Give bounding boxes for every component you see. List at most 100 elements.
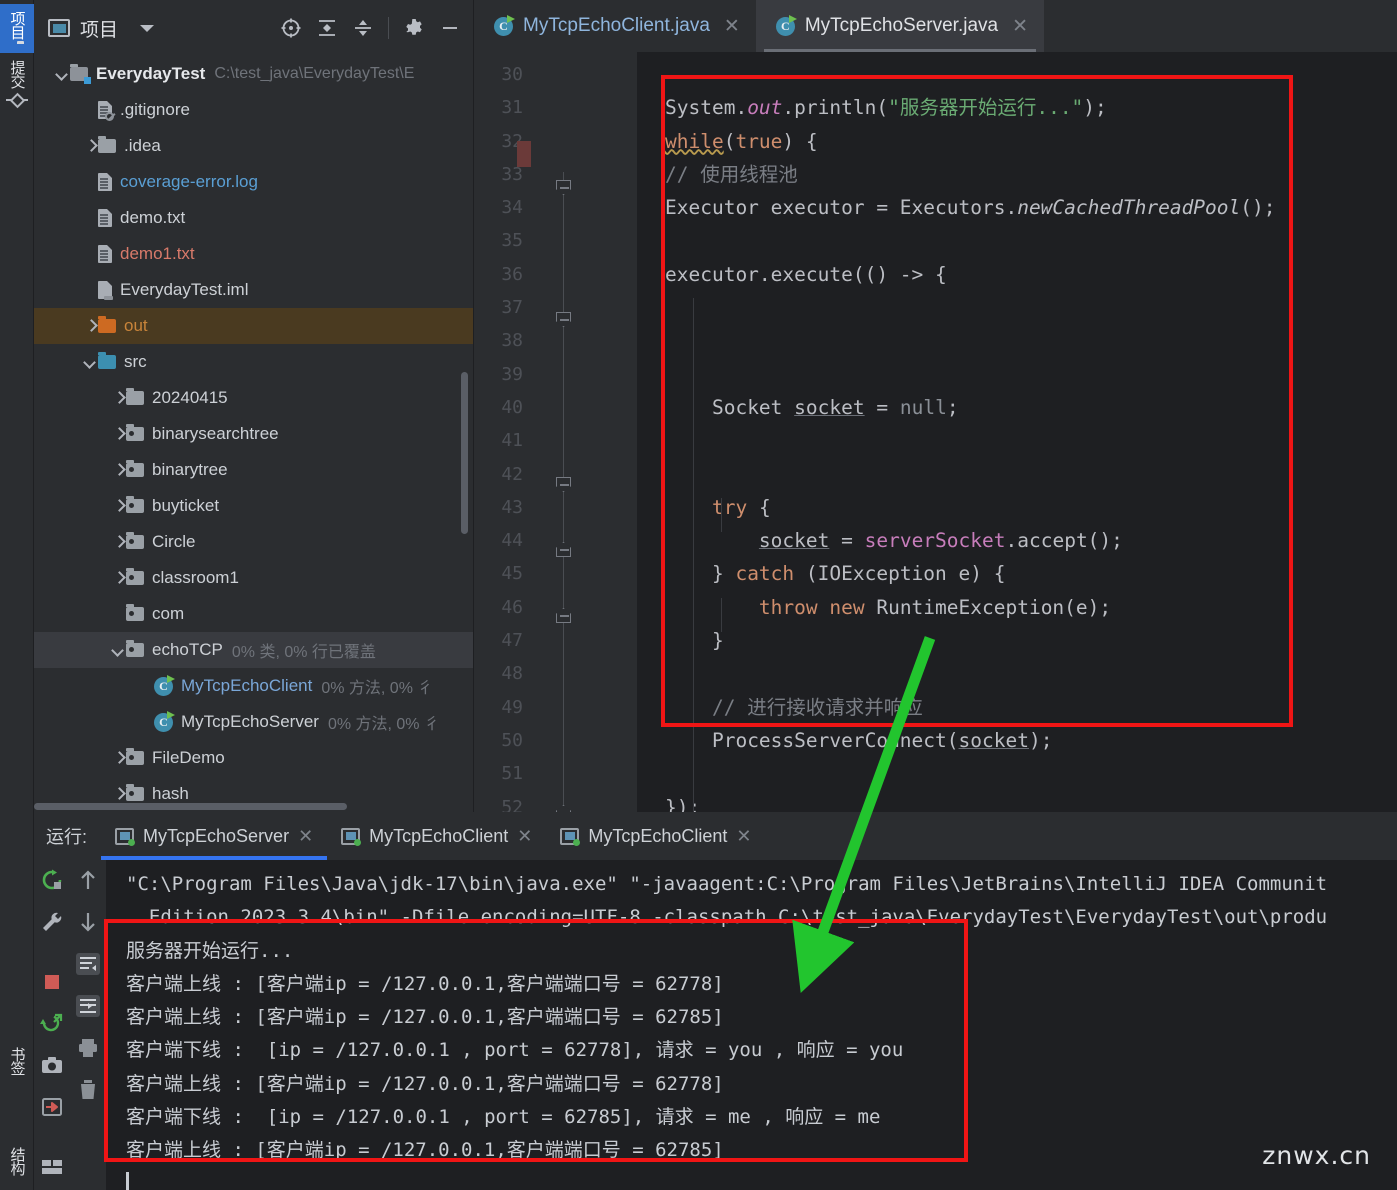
tree-row[interactable]: binarysearchtree [34, 416, 473, 452]
project-title-button[interactable]: 项目 [48, 15, 155, 42]
tree-row[interactable]: C MyTcpEchoClient 0% 方法, 0% 彳 [34, 668, 473, 704]
close-icon[interactable]: ✕ [724, 15, 740, 38]
sidebar-item-structure[interactable]: 结构 [0, 1140, 34, 1184]
line-number: 38 [501, 330, 523, 352]
chevron-right-icon[interactable] [112, 499, 126, 513]
tree-row[interactable]: demo.txt [34, 200, 473, 236]
tree-row[interactable]: binarytree [34, 452, 473, 488]
settings-gear-icon[interactable] [403, 17, 425, 39]
code-line: Executor executor = Executors.newCachedT… [665, 196, 1276, 220]
tree-row[interactable]: buyticket [34, 488, 473, 524]
project-tree-vertical-scrollbar[interactable] [461, 372, 468, 534]
line-number: 35 [501, 230, 523, 252]
run-tab-client-2[interactable]: MyTcpEchoClient ✕ [546, 812, 765, 860]
fold-marker[interactable] [556, 608, 571, 623]
expand-all-icon[interactable] [316, 17, 338, 39]
tree-row-label: hash [152, 784, 189, 803]
run-coverage-icon[interactable] [40, 1011, 64, 1040]
chevron-right-icon[interactable] [112, 463, 126, 477]
code-line: ProcessServerConnect(socket); [711, 728, 1053, 752]
chevron-right-icon[interactable] [84, 319, 98, 333]
tree-row[interactable]: echoTCP 0% 类, 0% 行已覆盖 [34, 632, 473, 668]
tree-row-label: FileDemo [152, 748, 225, 767]
tree-row[interactable]: com [34, 596, 473, 632]
tree-row[interactable]: FileDemo [34, 740, 473, 776]
sidebar-item-bookmarks[interactable]: 书签 [0, 1040, 34, 1089]
tree-row[interactable]: coverage-error.log [34, 164, 473, 200]
tab-mytcpechoserver[interactable]: C MyTcpEchoServer.java ✕ [755, 0, 1045, 52]
console-line: Edition 2023.3.4\bin" -Dfile.encoding=UT… [126, 906, 1328, 929]
trash-icon[interactable] [76, 1078, 100, 1107]
page-title: 项目 [80, 19, 119, 41]
tree-row[interactable]: C MyTcpEchoServer 0% 方法, 0% 彳 [34, 704, 473, 740]
console-line: 客户端上线 : [客户端ip = /127.0.0.1,客户端端口号 = 627… [126, 1072, 724, 1095]
locate-target-icon[interactable] [280, 17, 302, 39]
console-output[interactable]: "C:\Program Files\Java\jdk-17\bin\java.e… [106, 860, 1397, 1190]
tree-row[interactable]: out [34, 308, 473, 344]
chevron-down-icon[interactable] [56, 67, 70, 81]
layout-icon[interactable] [40, 1156, 64, 1183]
print-icon[interactable] [76, 1036, 100, 1065]
minimize-icon[interactable] [439, 17, 461, 39]
chevron-right-icon[interactable] [112, 535, 126, 549]
chevron-down-icon[interactable] [84, 355, 98, 369]
fold-marker[interactable] [556, 477, 571, 492]
java-class-icon: C [154, 674, 175, 696]
arrow-down-icon[interactable] [77, 910, 99, 939]
fold-marker[interactable] [556, 542, 571, 557]
java-class-icon: C [775, 14, 797, 36]
chevron-right-icon[interactable] [112, 427, 126, 441]
code-editor[interactable]: 30 31 32 33 34 35 36 37 38 39 40 41 42 43 44 45 46 47 48 49… [474, 52, 1397, 862]
chevron-right-icon[interactable] [112, 787, 126, 801]
close-icon[interactable]: ✕ [298, 826, 313, 847]
run-tab-client-1[interactable]: MyTcpEchoClient ✕ [327, 812, 546, 860]
sidebar-item-commit[interactable]: 提交 [0, 53, 34, 116]
line-number: 44 [501, 530, 523, 552]
run-tab-server[interactable]: MyTcpEchoServer ✕ [101, 812, 328, 860]
line-number: 50 [501, 729, 523, 751]
chevron-right-icon[interactable] [112, 391, 126, 405]
stop-icon[interactable] [41, 971, 63, 998]
code-text-area[interactable]: System.out.println("服务器开始运行..."); while(… [637, 52, 1397, 812]
close-icon[interactable]: ✕ [736, 826, 751, 847]
close-icon[interactable]: ✕ [1012, 15, 1028, 38]
tab-mytcpechoclient[interactable]: C MyTcpEchoClient.java ✕ [474, 0, 756, 52]
tree-row[interactable]: 20240415 [34, 380, 473, 416]
export-icon[interactable] [40, 1095, 64, 1124]
chevron-right-icon[interactable] [84, 139, 98, 153]
chevron-right-icon[interactable] [112, 571, 126, 585]
tree-row[interactable]: classroom1 [34, 560, 473, 596]
project-tree-horizontal-scrollbar[interactable] [34, 803, 347, 810]
editor-tab-bar: C MyTcpEchoClient.java ✕ C MyTcpEchoServ… [474, 0, 1397, 52]
scroll-to-end-icon[interactable] [75, 994, 101, 1023]
tree-row[interactable]: EverydayTest.iml [34, 272, 473, 308]
tree-row[interactable]: demo1.txt [34, 236, 473, 272]
tree-row[interactable]: .idea [34, 128, 473, 164]
arrow-up-icon[interactable] [77, 868, 99, 897]
tree-row[interactable]: EverydayTest C:\test_java\EverydayTest\E [34, 56, 473, 92]
chevron-down-icon[interactable] [112, 643, 126, 657]
tree-row[interactable]: .gitignore [34, 92, 473, 128]
line-number: 45 [501, 563, 523, 585]
sidebar-item-project[interactable]: 项目 [0, 4, 34, 53]
line-number: 30 [501, 64, 523, 85]
collapse-all-icon[interactable] [352, 17, 374, 39]
console-line: 客户端上线 : [客户端ip = /127.0.0.1,客户端端口号 = 627… [126, 1006, 724, 1029]
fold-marker[interactable] [556, 312, 571, 327]
chevron-down-icon[interactable] [140, 24, 155, 32]
code-line: try { [711, 495, 771, 519]
tree-row[interactable]: src [34, 344, 473, 380]
chevron-right-icon[interactable] [112, 751, 126, 765]
rerun-icon[interactable] [40, 868, 64, 897]
soft-wrap-icon[interactable] [75, 952, 101, 981]
tree-row-label: classroom1 [152, 568, 239, 587]
tree-row[interactable]: Circle [34, 524, 473, 560]
camera-snapshot-icon[interactable] [40, 1053, 64, 1082]
tree-row-detail: 0% 方法, 0% 彳 [327, 716, 440, 733]
wrench-settings-icon[interactable] [40, 910, 64, 939]
editor-gutter: 30 31 32 33 34 35 36 37 38 39 40 41 42 43 44 45 46 47 48 49… [474, 52, 532, 818]
fold-marker[interactable] [556, 180, 571, 195]
close-icon[interactable]: ✕ [517, 826, 532, 847]
